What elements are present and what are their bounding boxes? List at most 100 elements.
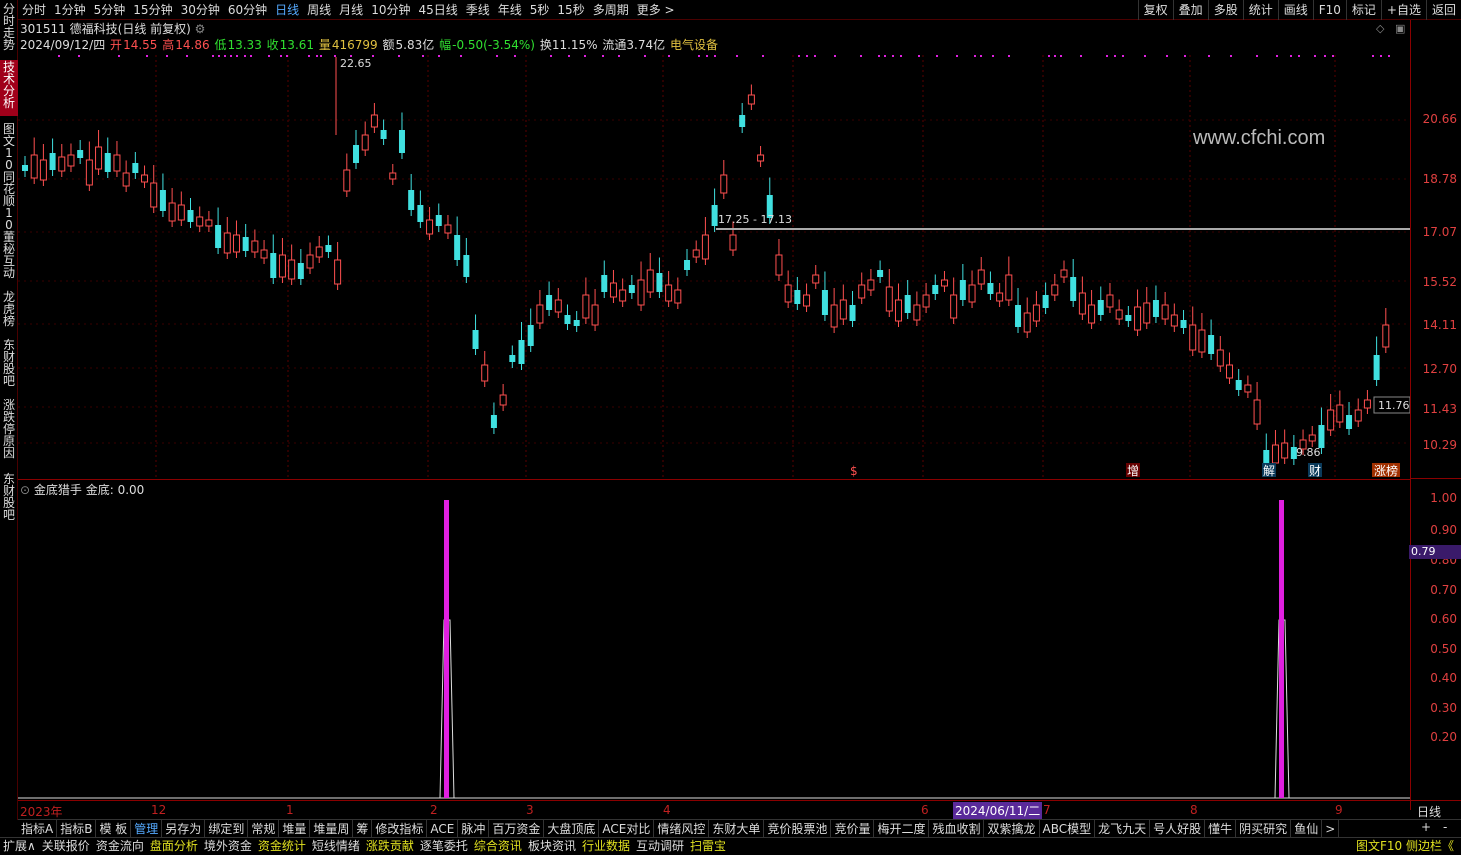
period-tab[interactable]: 更多 > bbox=[633, 0, 679, 20]
indicator-tab[interactable]: 修改指标 bbox=[372, 820, 428, 837]
indicator-tab[interactable]: ACE bbox=[427, 820, 459, 837]
period-tab[interactable]: 45日线 bbox=[414, 0, 461, 20]
indicator-tab[interactable]: 大盘顶底 bbox=[544, 820, 600, 837]
period-tab[interactable]: 15秒 bbox=[553, 0, 588, 20]
indicator-tab[interactable]: ACE对比 bbox=[599, 820, 655, 837]
event-marker-cai[interactable]: 财 bbox=[1309, 464, 1321, 477]
period-tab[interactable]: 1分钟 bbox=[50, 0, 90, 20]
left-sidebar: 分时走势 技术分析 图文10 同花顺10 董秘互动 龙虎榜 东财股吧 涨跌停原因… bbox=[0, 0, 18, 820]
indicator-tab[interactable]: 脉冲 bbox=[458, 820, 490, 837]
period-tab[interactable]: 年线 bbox=[494, 0, 526, 20]
indicator-tab[interactable]: 绑定到 bbox=[205, 820, 249, 837]
bottom-tab[interactable]: 逐笔委托 bbox=[417, 838, 471, 855]
period-tab[interactable]: 15分钟 bbox=[129, 0, 176, 20]
indicator-tab[interactable]: > bbox=[1322, 820, 1340, 837]
window-icon[interactable]: ▣ bbox=[1395, 22, 1405, 35]
bottom-tab[interactable]: 关联报价 bbox=[39, 838, 93, 855]
sidebar-item-tech[interactable]: 技术分析 bbox=[0, 60, 18, 116]
toolbar-button[interactable]: 标记 bbox=[1345, 0, 1381, 20]
indicator-tab[interactable]: 梅开二度 bbox=[874, 820, 930, 837]
indicator-tab[interactable]: 指标B bbox=[57, 820, 97, 837]
indicator-tab[interactable]: 管理 bbox=[131, 820, 163, 837]
toolbar-button[interactable]: 画线 bbox=[1277, 0, 1313, 20]
indicator-tab[interactable]: 竞价股票池 bbox=[764, 820, 832, 837]
toolbar-button[interactable]: 多股 bbox=[1207, 0, 1243, 20]
period-tab[interactable]: 多周期 bbox=[589, 0, 633, 20]
period-tab[interactable]: 30分钟 bbox=[177, 0, 224, 20]
indicator-tab[interactable]: 鱼仙 bbox=[1291, 820, 1323, 837]
bottom-tab[interactable]: 综合资讯 bbox=[471, 838, 525, 855]
indicator-tab[interactable]: 指标A bbox=[18, 820, 58, 837]
bottom-tab[interactable]: 行业数据 bbox=[579, 838, 633, 855]
sidebar-item-zdt[interactable]: 涨跌停原因 bbox=[0, 398, 18, 464]
toolbar-button[interactable]: 叠加 bbox=[1172, 0, 1208, 20]
indicator-tab[interactable]: 百万资金 bbox=[489, 820, 545, 837]
bottom-tab[interactable]: 扩展∧ bbox=[0, 838, 39, 855]
bottom-tab[interactable]: 互动调研 bbox=[633, 838, 687, 855]
toolbar-button[interactable]: F10 bbox=[1312, 0, 1346, 20]
toolbar-button[interactable]: +自选 bbox=[1380, 0, 1426, 20]
period-tab[interactable]: 60分钟 bbox=[224, 0, 271, 20]
indicator-tab[interactable]: 筹 bbox=[353, 820, 373, 837]
indicator-tab[interactable]: 阴买研究 bbox=[1236, 820, 1292, 837]
indicator-tab[interactable]: 龙飞九天 bbox=[1095, 820, 1151, 837]
settings-icon[interactable]: ⚙ bbox=[195, 22, 206, 36]
period-tab[interactable]: 季线 bbox=[462, 0, 494, 20]
event-marker-zeng[interactable]: 增 bbox=[1127, 464, 1139, 477]
sidebar-item-guba2[interactable]: 东财股吧 bbox=[0, 472, 18, 524]
indicator-tab[interactable]: 常规 bbox=[248, 820, 280, 837]
event-marker-dollar[interactable]: $ bbox=[850, 464, 858, 477]
date-label: 2023年 bbox=[20, 805, 63, 819]
bottom-tab[interactable]: 资金统计 bbox=[255, 838, 309, 855]
indicator-panel[interactable]: ⊙ 金底猎手 金底: 0.00 bbox=[18, 479, 1410, 799]
period-tab[interactable]: 5秒 bbox=[526, 0, 554, 20]
toolbar-button[interactable]: 返回 bbox=[1425, 0, 1461, 20]
sidebar-toggle[interactable]: 图文F10 侧边栏《 bbox=[1353, 838, 1457, 855]
indicator-tab[interactable]: ABC模型 bbox=[1040, 820, 1096, 837]
bottom-tab[interactable]: 涨跌贡献 bbox=[363, 838, 417, 855]
kline-chart[interactable]: www.cfchi.com 17.25 - 17.13 22.65 9.86 1… bbox=[18, 55, 1410, 477]
period-tab[interactable]: 月线 bbox=[335, 0, 367, 20]
toolbar-button[interactable]: 统计 bbox=[1242, 0, 1278, 20]
period-tab[interactable]: 5分钟 bbox=[90, 0, 130, 20]
close-label: 收 bbox=[266, 38, 279, 52]
ind-tick: 0.40 bbox=[1430, 671, 1457, 685]
period-tab[interactable]: 分时 bbox=[18, 0, 50, 20]
indicator-tab[interactable]: 另存为 bbox=[162, 820, 206, 837]
indicator-tab[interactable]: 双紫擒龙 bbox=[984, 820, 1040, 837]
sidebar-item-ths[interactable]: 同花顺10 bbox=[0, 170, 18, 231]
period-tab[interactable]: 周线 bbox=[303, 0, 335, 20]
indicator-tab[interactable]: 号人好股 bbox=[1150, 820, 1206, 837]
toolbar-button[interactable]: 复权 bbox=[1137, 0, 1173, 20]
period-tab[interactable]: 日线 bbox=[271, 0, 303, 20]
bottom-tab[interactable]: 短线情绪 bbox=[309, 838, 363, 855]
indicator-tab[interactable]: 竞价量 bbox=[831, 820, 875, 837]
indicator-tab[interactable]: 懂牛 bbox=[1205, 820, 1237, 837]
sidebar-item-fenshi[interactable]: 分时走势 bbox=[0, 2, 18, 54]
event-marker-zhangbang[interactable]: 涨榜 bbox=[1374, 463, 1398, 477]
indicator-tab[interactable]: 情绪风控 bbox=[654, 820, 710, 837]
sidebar-item-lhb[interactable]: 龙虎榜 bbox=[0, 290, 18, 330]
bottom-tab[interactable]: 扫雷宝 bbox=[687, 838, 729, 855]
high-annotation: 22.65 bbox=[340, 57, 372, 70]
sidebar-item-tuwen[interactable]: 图文10 bbox=[0, 122, 18, 171]
indicator-tab[interactable]: 堆量 bbox=[279, 820, 311, 837]
period-tab[interactable]: 10分钟 bbox=[367, 0, 414, 20]
sidebar-item-guba[interactable]: 东财股吧 bbox=[0, 338, 18, 390]
indicator-tab[interactable]: 东财大单 bbox=[709, 820, 765, 837]
app-window: 分时走势 技术分析 图文10 同花顺10 董秘互动 龙虎榜 东财股吧 涨跌停原因… bbox=[0, 0, 1461, 855]
sector-link[interactable]: 电气设备 bbox=[670, 38, 718, 52]
bottom-tab[interactable]: 盘面分析 bbox=[147, 838, 201, 855]
sidebar-item-dongmi[interactable]: 董秘互动 bbox=[0, 230, 18, 282]
amount-label: 额 bbox=[382, 38, 395, 52]
event-marker-jie[interactable]: 解 bbox=[1263, 464, 1275, 477]
bottom-tab[interactable]: 境外资金 bbox=[201, 838, 255, 855]
bottom-tab[interactable]: 板块资讯 bbox=[525, 838, 579, 855]
price-tick: 20.66 bbox=[1422, 112, 1457, 126]
indicator-tab[interactable]: 堆量周 bbox=[310, 820, 354, 837]
indicator-tab[interactable]: 模 板 bbox=[96, 820, 132, 837]
diamond-icon[interactable]: ◇ bbox=[1376, 22, 1384, 35]
indicator-tab[interactable]: 残血收割 bbox=[929, 820, 985, 837]
date-label: 1 bbox=[286, 803, 294, 817]
bottom-tab[interactable]: 资金流向 bbox=[93, 838, 147, 855]
